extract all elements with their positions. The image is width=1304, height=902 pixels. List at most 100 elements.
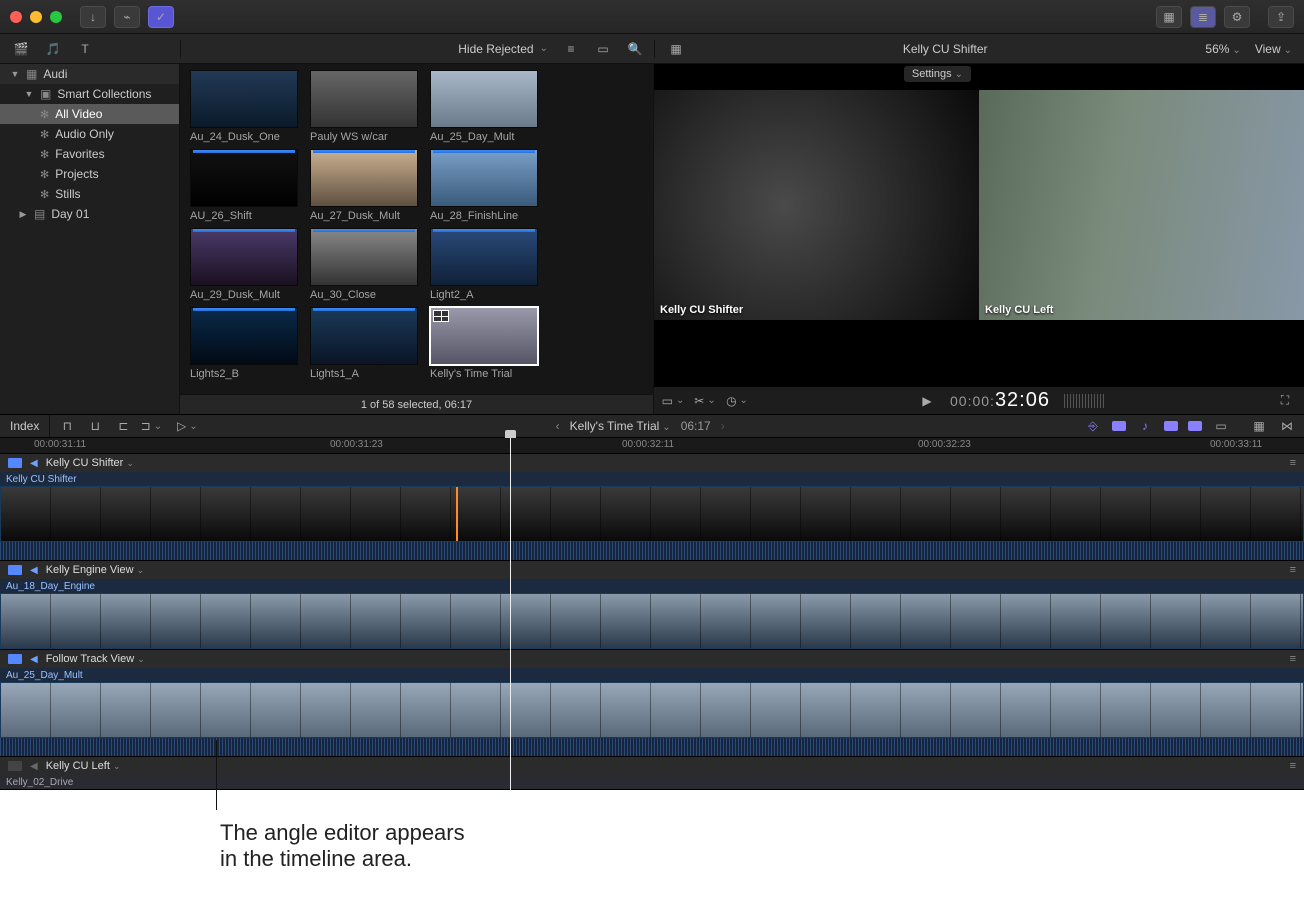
thumbnail-image [310, 70, 418, 128]
inspector-toggle-button[interactable]: ⚙ [1224, 6, 1250, 28]
filmstrip-icon[interactable]: ▭ [594, 40, 612, 58]
audio-waveform [0, 542, 1304, 560]
filter-dropdown[interactable]: Hide Rejected [458, 42, 548, 56]
audio-monitor-toggle[interactable]: ◀ [30, 761, 38, 772]
timeline-ruler[interactable]: 00:00:31:11 00:00:31:23 00:00:32:11 00:0… [0, 438, 1304, 454]
favorite-range [193, 308, 295, 311]
clip-thumbnail[interactable]: Light2_A [430, 228, 540, 301]
filmstrip[interactable] [0, 682, 1304, 738]
titles-icon[interactable]: T [76, 40, 94, 58]
fullscreen-icon[interactable]: ⛶ [1276, 392, 1294, 410]
filmstrip[interactable] [0, 593, 1304, 649]
frame-thumbnail [351, 683, 401, 737]
clip-thumbnail[interactable]: Au_29_Dusk_Mult [190, 228, 300, 301]
audio-monitor-toggle[interactable]: ◀ [30, 654, 38, 665]
snapping-toggle[interactable] [1164, 421, 1178, 431]
track-menu-icon[interactable]: ≡ [1290, 760, 1296, 772]
clapper-icon[interactable]: 🎬 [12, 40, 30, 58]
history-back-icon[interactable]: ‹ [556, 419, 560, 433]
history-forward-icon[interactable]: › [721, 419, 725, 433]
smart-collection-item[interactable]: ✻Projects [0, 164, 179, 184]
clip-thumbnail[interactable]: Au_25_Day_Mult [430, 70, 540, 143]
snap-toggle-2[interactable] [1188, 421, 1202, 431]
background-tasks-button[interactable]: ✓ [148, 6, 174, 28]
skimming-icon[interactable]: ⎆ [1084, 417, 1102, 435]
angle-name[interactable]: Kelly Engine View ⌄ [46, 564, 144, 576]
overwrite-icon[interactable]: ⊐ [142, 417, 160, 435]
import-button[interactable]: ↓ [80, 6, 106, 28]
solo-icon[interactable]: ♪ [1136, 417, 1154, 435]
timecode-display[interactable]: 00:00:32:06 [950, 389, 1050, 412]
minimize-window-icon[interactable] [30, 11, 42, 23]
project-title-dropdown[interactable]: Kelly's Time Trial [570, 419, 671, 433]
connect-icon[interactable]: ⊓ [58, 417, 76, 435]
disclosure-icon[interactable]: ▼ [10, 69, 20, 79]
clip-thumbnail[interactable]: Au_24_Dusk_One [190, 70, 300, 143]
music-icon[interactable]: 🎵 [44, 40, 62, 58]
angle-track[interactable]: ◀Follow Track View ⌄≡Au_25_Day_Mult [0, 650, 1304, 757]
video-monitor-toggle[interactable] [8, 458, 22, 468]
effects-icon[interactable]: ▦ [1250, 417, 1268, 435]
keyword-button[interactable]: ⌁ [114, 6, 140, 28]
angle-track[interactable]: ◀ Kelly CU Shifter ⌄ ≡ Kelly CU Shifter [0, 454, 1304, 561]
view-dropdown[interactable]: View [1255, 42, 1292, 56]
angle-track[interactable]: ◀Kelly CU Left ⌄≡Kelly_02_Drive [0, 757, 1304, 790]
clip-appearance-icon[interactable]: ▭ [1212, 417, 1230, 435]
marker[interactable] [456, 487, 458, 541]
audio-skim-toggle[interactable] [1112, 421, 1126, 431]
clip-thumbnail[interactable]: Au_27_Dusk_Mult [310, 149, 420, 222]
clip-name-bar: Kelly CU Shifter [0, 472, 1304, 486]
disclosure-icon[interactable]: ▶ [18, 209, 28, 220]
audio-monitor-toggle[interactable]: ◀ [30, 565, 38, 576]
track-menu-icon[interactable]: ≡ [1290, 457, 1296, 469]
browser-toggle-button[interactable]: ▦ [1156, 6, 1182, 28]
zoom-dropdown[interactable]: 56% [1205, 42, 1240, 56]
clip-thumbnail[interactable]: Lights2_B [190, 307, 300, 380]
clip-thumbnail[interactable]: Au_28_FinishLine [430, 149, 540, 222]
list-view-icon[interactable]: ≡ [562, 40, 580, 58]
transitions-icon[interactable]: ⋈ [1278, 417, 1296, 435]
index-button[interactable]: Index [0, 415, 50, 437]
audio-monitor-toggle[interactable]: ◀ [30, 458, 38, 469]
angle-preview-2[interactable]: Kelly CU Left [979, 90, 1304, 320]
transform-icon[interactable]: ✂ [696, 392, 714, 410]
track-menu-icon[interactable]: ≡ [1290, 564, 1296, 576]
clip-thumbnail[interactable]: Kelly's Time Trial [430, 307, 540, 380]
event-day01[interactable]: ▶ ▤ Day 01 [0, 204, 179, 224]
clip-thumbnail[interactable]: Pauly WS w/car [310, 70, 420, 143]
play-icon[interactable]: ▶ [918, 392, 936, 410]
append-icon[interactable]: ⊏ [114, 417, 132, 435]
angle-name[interactable]: Kelly CU Shifter ⌄ [46, 457, 134, 469]
viewer-settings-dropdown[interactable]: Settings [904, 66, 971, 82]
clip-thumbnail[interactable]: Au_30_Close [310, 228, 420, 301]
library-root[interactable]: ▼ ▦ Audi [0, 64, 179, 84]
smart-collection-item[interactable]: ✻Audio Only [0, 124, 179, 144]
angle-name[interactable]: Kelly CU Left ⌄ [46, 760, 121, 772]
smart-collection-item[interactable]: ✻Stills [0, 184, 179, 204]
tool-select-dropdown[interactable]: ▷ [178, 417, 196, 435]
insert-icon[interactable]: ⊔ [86, 417, 104, 435]
filmstrip[interactable] [0, 486, 1304, 542]
disclosure-icon[interactable]: ▼ [24, 89, 34, 99]
video-monitor-toggle[interactable] [8, 654, 22, 664]
clip-thumbnail[interactable]: Lights1_A [310, 307, 420, 380]
search-icon[interactable]: 🔍 [626, 40, 644, 58]
retime-icon[interactable]: ◷ [728, 392, 746, 410]
close-window-icon[interactable] [10, 11, 22, 23]
video-monitor-toggle[interactable] [8, 761, 22, 771]
view-layout-icon[interactable]: ▦ [667, 40, 685, 58]
angle-track[interactable]: ◀Kelly Engine View ⌄≡Au_18_Day_Engine [0, 561, 1304, 650]
timeline-toggle-button[interactable]: ≣ [1190, 6, 1216, 28]
clip-thumbnail[interactable]: AU_26_Shift [190, 149, 300, 222]
angle-name[interactable]: Follow Track View ⌄ [46, 653, 145, 665]
zoom-window-icon[interactable] [50, 11, 62, 23]
video-monitor-toggle[interactable] [8, 565, 22, 575]
smart-collection-item[interactable]: ✻Favorites [0, 144, 179, 164]
smart-collection-item[interactable]: ✻All Video [0, 104, 179, 124]
angle-preview-1[interactable]: Kelly CU Shifter [654, 90, 979, 320]
share-button[interactable]: ⇪ [1268, 6, 1294, 28]
track-menu-icon[interactable]: ≡ [1290, 653, 1296, 665]
playhead[interactable] [510, 438, 511, 790]
display-options-icon[interactable]: ▭ [664, 392, 682, 410]
smart-collections-folder[interactable]: ▼ ▣ Smart Collections [0, 84, 179, 104]
